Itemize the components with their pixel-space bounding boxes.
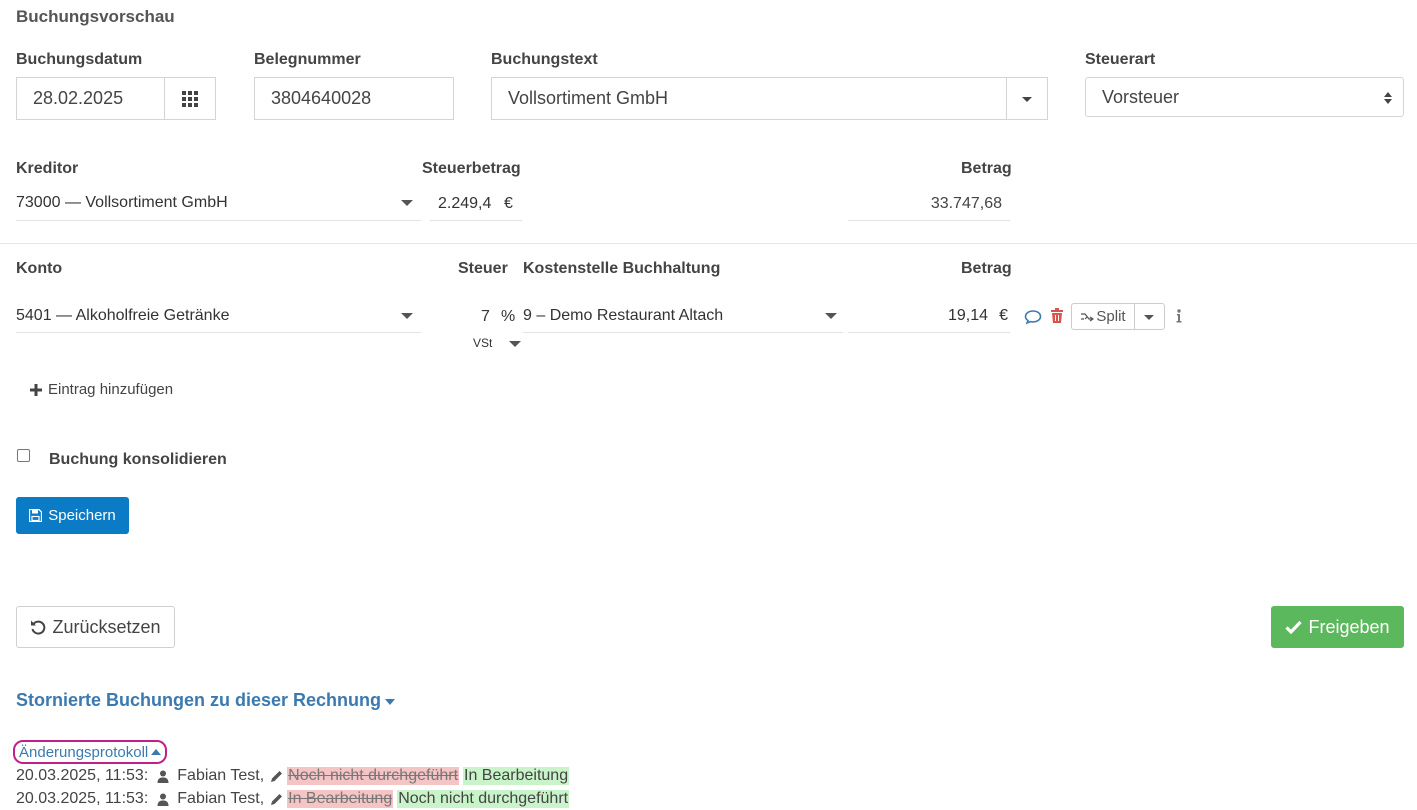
buchungsdatum-value: 28.02.2025 [33,88,124,108]
save-button[interactable]: Speichern [16,497,129,534]
caret-up-icon [151,749,162,755]
buchungstext-label: Buchungstext [491,51,598,68]
steuerbetrag-input[interactable]: 2.249,4 € [430,188,522,221]
add-entry-link[interactable]: Eintrag hinzufügen [30,381,173,398]
steuer-type-select[interactable]: VSt [473,334,523,352]
changelog-time: 20.03.2025, 11:53: [16,790,149,807]
steuerbetrag-value: 2.249,4 [438,195,492,212]
changelog-new-value: Noch nicht durchgeführt [397,790,570,808]
undo-icon [31,620,46,635]
changelog-old-value: In Bearbeitung [287,790,394,808]
steuerart-value: Vorsteuer [1102,86,1180,107]
pencil-icon [271,770,283,782]
konto-value: 5401 — Alkoholfreie Getränke [16,306,230,324]
user-icon [157,770,169,783]
kostenstelle-header: Kostenstelle Buchhaltung [523,260,721,277]
position-betrag-input[interactable]: 19,14 € [848,299,1010,333]
steuerart-label: Steuerart [1085,51,1156,68]
comment-icon[interactable] [1024,309,1042,325]
user-icon [157,793,169,806]
split-dropdown-button[interactable] [1134,303,1165,330]
chevron-down-icon [825,313,837,319]
floppy-disk-icon [29,509,43,522]
calendar-grid-icon [182,90,198,107]
approve-button[interactable]: Freigeben [1271,606,1404,648]
chevron-down-icon [401,200,413,206]
plus-icon [30,383,42,396]
changelog-entry: 20.03.2025, 11:53: Fabian Test, In Bearb… [16,790,570,808]
buchungstext-dropdown-button[interactable] [1006,77,1048,120]
kreditor-label: Kreditor [16,160,79,177]
split-button[interactable]: Split [1071,303,1135,330]
reset-label: Zurücksetzen [52,616,161,637]
info-icon[interactable] [1175,309,1183,323]
changelog-user: Fabian Test, [177,767,265,784]
changelog-user: Fabian Test, [177,790,265,807]
belegnummer-input[interactable]: 3804640028 [254,77,454,120]
steuer-unit: % [501,308,516,325]
changelog-title: Änderungsprotokoll [19,743,149,761]
betrag-label: Betrag [961,160,1012,177]
kostenstelle-value: 9 – Demo Restaurant Altach [523,306,724,324]
pencil-icon [271,793,283,805]
page-title: Buchungsvorschau [16,7,175,26]
changelog-new-value: In Bearbeitung [463,767,570,785]
steuerart-select[interactable]: Vorsteuer [1085,77,1404,117]
belegnummer-label: Belegnummer [254,51,361,68]
steuerbetrag-currency: € [504,195,513,212]
position-betrag-currency: € [999,306,1008,324]
save-label: Speichern [48,507,116,524]
konto-header: Konto [16,260,63,277]
buchungstext-value: Vollsortiment GmbH [508,88,669,108]
buchungsdatum-input[interactable]: 28.02.2025 [16,77,166,120]
steuer-header: Steuer [458,260,508,277]
betrag-header: Betrag [961,260,1012,277]
kreditor-value: 73000 — Vollsortiment GmbH [16,194,228,211]
add-entry-label: Eintrag hinzufügen [48,381,174,398]
split-icon [1081,312,1095,321]
divider [0,243,1417,244]
changelog-entry: 20.03.2025, 11:53: Fabian Test, Noch nic… [16,767,570,785]
reset-button[interactable]: Zurücksetzen [16,606,175,648]
split-label: Split [1096,308,1126,325]
steuer-value: 7 [481,308,490,325]
chevron-down-icon [1022,97,1032,102]
steuerbetrag-label: Steuerbetrag [422,160,521,177]
kostenstelle-select[interactable]: 9 – Demo Restaurant Altach [523,299,843,333]
checkmark-icon [1285,620,1303,634]
kreditor-select[interactable]: 73000 — Vollsortiment GmbH [16,186,421,221]
changelog-old-value: Noch nicht durchgeführt [287,767,460,785]
steuer-type-value: VSt [473,336,493,350]
changelog-time: 20.03.2025, 11:53: [16,767,149,784]
consolidate-checkbox[interactable] [17,449,30,462]
chevron-down-icon [1144,315,1154,320]
belegnummer-value: 3804640028 [271,88,372,108]
buchungsdatum-label: Buchungsdatum [16,51,143,68]
calendar-button[interactable] [164,77,216,120]
sort-arrows-icon [1384,92,1392,104]
trash-icon[interactable] [1050,308,1064,324]
betrag-value: 33.747,68 [930,195,1002,212]
storno-bookings-toggle[interactable]: Stornierte Buchungen zu dieser Rechnung [16,690,396,711]
storno-bookings-label: Stornierte Buchungen zu dieser Rechnung [16,690,382,710]
caret-down-icon [385,698,396,705]
consolidate-label: Buchung konsolidieren [49,451,227,468]
betrag-input[interactable]: 33.747,68 [848,188,1010,221]
konto-select[interactable]: 5401 — Alkoholfreie Getränke [16,299,421,333]
changelog-toggle[interactable]: Änderungsprotokoll [13,740,168,764]
chevron-down-icon [509,341,521,347]
approve-label: Freigeben [1308,616,1390,637]
chevron-down-icon [401,313,413,319]
buchungstext-input[interactable]: Vollsortiment GmbH [491,77,1008,120]
